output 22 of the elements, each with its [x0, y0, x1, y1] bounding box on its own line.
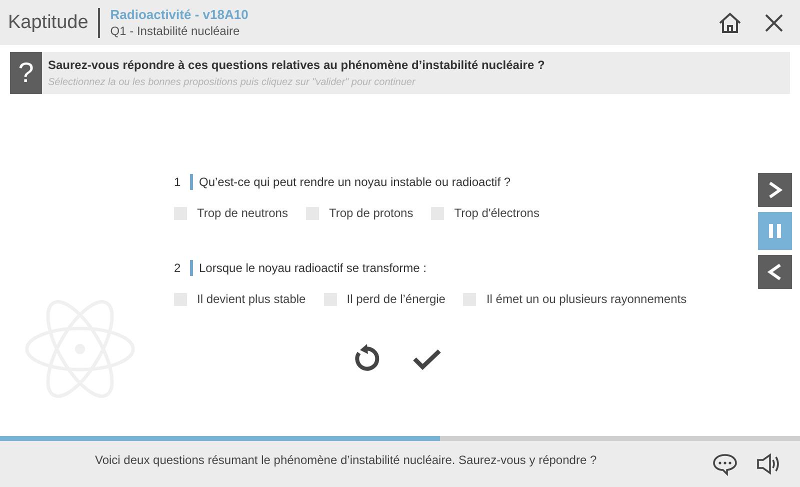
speech-bubble-icon[interactable]	[712, 452, 738, 476]
question-text: Lorsque le noyau radioactif se transforme :	[199, 261, 426, 275]
option-label[interactable]: Trop d'électrons	[454, 206, 540, 220]
question-mark-icon: ?	[10, 52, 42, 94]
speaker-icon[interactable]	[756, 452, 782, 476]
option-label[interactable]: Il émet un ou plusieurs rayonnements	[486, 292, 687, 306]
course-title: Radioactivité - v18A10	[110, 7, 248, 22]
caption-text: Voici deux questions résumant le phénomène d’instabilité nucléaire. Saurez-vous y répondre ?	[95, 453, 597, 467]
option-label[interactable]: Trop de neutrons	[197, 206, 288, 220]
question-text: Qu’est-ce qui peut rendre un noyau instable ou radioactif ?	[199, 175, 511, 189]
lesson-subtitle: Q1 - Instabilité nucléaire	[110, 24, 241, 38]
instruction-question: Saurez-vous répondre à ces questions relatives au phénomène d’instabilité nucléaire ?	[48, 58, 545, 72]
previous-button[interactable]	[758, 255, 792, 289]
option-label[interactable]: Trop de protons	[328, 206, 414, 220]
next-button[interactable]	[758, 173, 792, 207]
home-icon[interactable]	[718, 10, 742, 34]
logo: Kaptitude	[8, 8, 100, 38]
option-label[interactable]: Il devient plus stable	[197, 292, 306, 306]
instruction-hint: Sélectionnez la ou les bonnes propositions puis cliquez sur "valider" pour continuer	[48, 77, 416, 88]
option-label[interactable]: Il perd de l’énergie	[346, 292, 446, 306]
question-number: 1	[174, 175, 182, 189]
question-number: 2	[174, 261, 182, 275]
